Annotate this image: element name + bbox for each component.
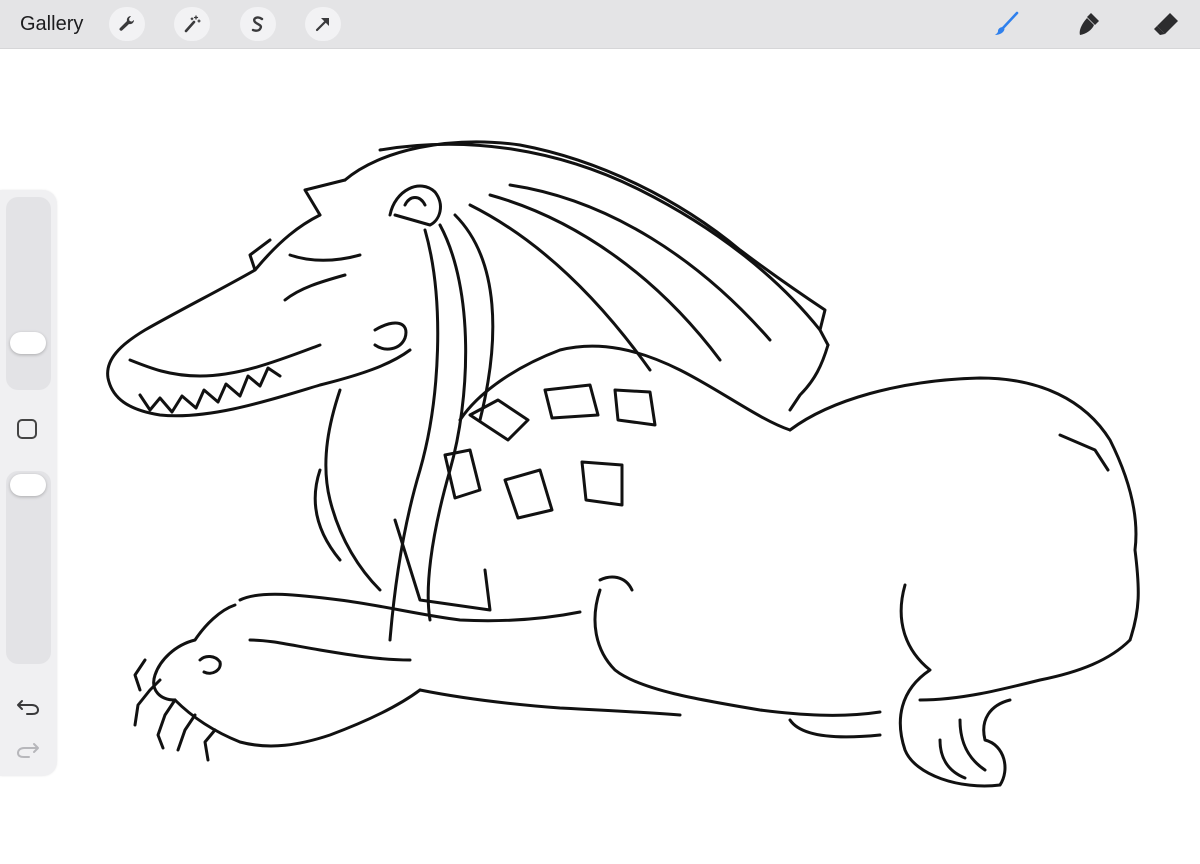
- transform-arrow-icon: [315, 18, 329, 32]
- eraser-button[interactable]: [1148, 7, 1184, 41]
- brush-size-thumb[interactable]: [10, 332, 46, 354]
- brush-icon: [995, 11, 1019, 35]
- brush-button[interactable]: [988, 7, 1024, 41]
- creature-line-art: [106, 140, 1140, 788]
- top-toolbar: Gallery: [0, 0, 1200, 49]
- opacity-slider[interactable]: [6, 471, 51, 664]
- undo-button[interactable]: [16, 695, 42, 717]
- brush-size-slider[interactable]: [6, 197, 51, 390]
- transform-button[interactable]: [305, 7, 341, 41]
- eraser-icon: [1154, 13, 1178, 35]
- gallery-button[interactable]: Gallery: [20, 12, 83, 36]
- selection-button[interactable]: [240, 7, 276, 41]
- redo-icon: [16, 743, 39, 758]
- magic-wand-icon: [184, 15, 201, 33]
- smudge-button[interactable]: [1070, 7, 1106, 41]
- left-sidebar: [0, 190, 57, 776]
- selection-icon: [251, 16, 264, 32]
- undo-icon: [17, 700, 40, 715]
- redo-button[interactable]: [16, 738, 42, 760]
- opacity-thumb[interactable]: [10, 474, 46, 496]
- modify-button[interactable]: [17, 419, 37, 439]
- drawing-canvas[interactable]: [0, 49, 1200, 864]
- smudge-icon: [1079, 13, 1099, 35]
- wrench-icon: [119, 15, 135, 31]
- actions-button[interactable]: [109, 7, 145, 41]
- adjustments-button[interactable]: [174, 7, 210, 41]
